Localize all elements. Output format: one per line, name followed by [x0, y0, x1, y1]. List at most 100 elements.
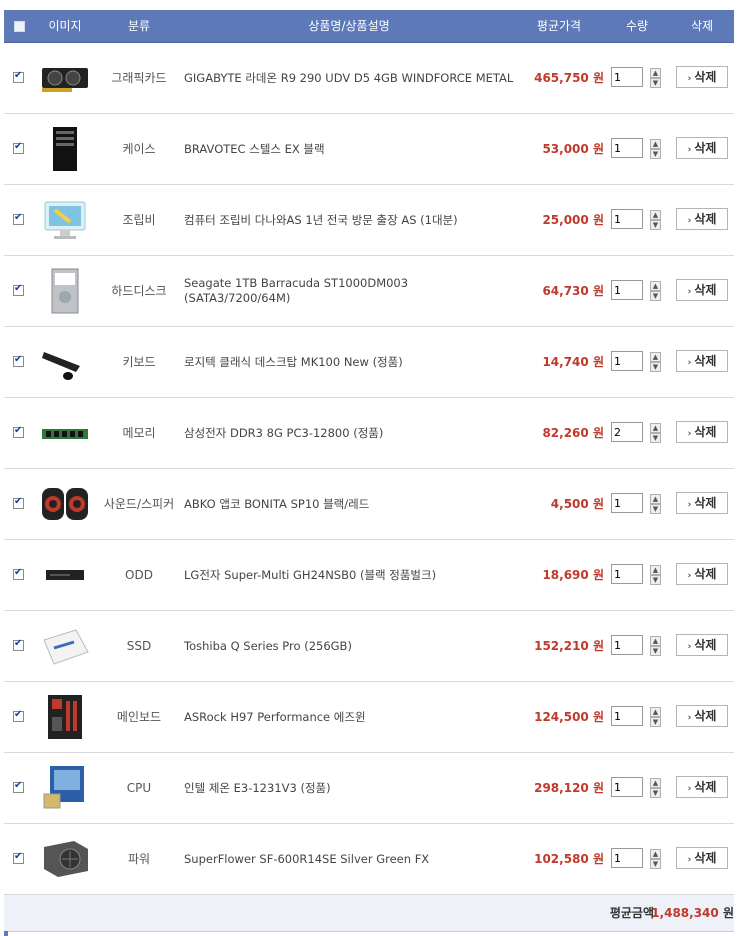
item-name[interactable]: ASRock H97 Performance 에즈윈: [184, 682, 514, 752]
quantity-stepper[interactable]: ▲ ▼: [650, 352, 661, 372]
item-name[interactable]: Seagate 1TB Barracuda ST1000DM003 (SATA3…: [184, 256, 514, 326]
increase-icon[interactable]: ▲: [650, 849, 661, 859]
quantity-input[interactable]: [611, 848, 643, 868]
quantity-input[interactable]: [611, 351, 643, 371]
decrease-icon[interactable]: ▼: [650, 717, 661, 727]
hard-disk-icon[interactable]: [40, 267, 90, 315]
decrease-icon[interactable]: ▼: [650, 362, 661, 372]
item-name-text[interactable]: 인텔 제온 E3-1231V3 (정품): [184, 781, 331, 796]
quantity-input[interactable]: [611, 777, 643, 797]
decrease-icon[interactable]: ▼: [650, 78, 661, 88]
assembly-service-icon[interactable]: [40, 196, 90, 244]
item-checkbox[interactable]: [13, 567, 24, 580]
decrease-icon[interactable]: ▼: [650, 575, 661, 585]
delete-button[interactable]: › 삭제: [676, 137, 728, 159]
quantity-input[interactable]: [611, 706, 643, 726]
item-checkbox[interactable]: [13, 851, 24, 864]
increase-icon[interactable]: ▲: [650, 423, 661, 433]
item-checkbox[interactable]: [13, 212, 24, 225]
decrease-icon[interactable]: ▼: [650, 433, 661, 443]
item-name-text[interactable]: 삼성전자 DDR3 8G PC3-12800 (정품): [184, 426, 383, 441]
item-checkbox[interactable]: [13, 780, 24, 793]
item-name[interactable]: Toshiba Q Series Pro (256GB): [184, 611, 514, 681]
item-name-text[interactable]: LG전자 Super-Multi GH24NSB0 (블랙 정품벌크): [184, 568, 436, 583]
quantity-stepper[interactable]: ▲ ▼: [650, 707, 661, 727]
delete-button[interactable]: › 삭제: [676, 350, 728, 372]
increase-icon[interactable]: ▲: [650, 707, 661, 717]
item-name-text[interactable]: ASRock H97 Performance 에즈윈: [184, 710, 366, 725]
pc-case-icon[interactable]: [40, 125, 90, 173]
decrease-icon[interactable]: ▼: [650, 646, 661, 656]
quantity-input[interactable]: [611, 422, 643, 442]
item-name[interactable]: LG전자 Super-Multi GH24NSB0 (블랙 정품벌크): [184, 540, 514, 610]
quantity-stepper[interactable]: ▲ ▼: [650, 210, 661, 230]
quantity-input[interactable]: [611, 635, 643, 655]
item-name-text[interactable]: Seagate 1TB Barracuda ST1000DM003 (SATA3…: [184, 276, 514, 306]
delete-button[interactable]: › 삭제: [676, 705, 728, 727]
quantity-input[interactable]: [611, 67, 643, 87]
quantity-stepper[interactable]: ▲ ▼: [650, 565, 661, 585]
graphics-card-icon[interactable]: [40, 54, 90, 102]
cpu-icon[interactable]: [40, 764, 90, 812]
decrease-icon[interactable]: ▼: [650, 859, 661, 869]
decrease-icon[interactable]: ▼: [650, 504, 661, 514]
delete-button[interactable]: › 삭제: [676, 776, 728, 798]
item-name-text[interactable]: SuperFlower SF-600R14SE Silver Green FX: [184, 852, 429, 867]
motherboard-icon[interactable]: [40, 693, 90, 741]
item-checkbox[interactable]: [13, 496, 24, 509]
delete-button[interactable]: › 삭제: [676, 634, 728, 656]
increase-icon[interactable]: ▲: [650, 494, 661, 504]
delete-button[interactable]: › 삭제: [676, 421, 728, 443]
quantity-input[interactable]: [611, 564, 643, 584]
item-checkbox[interactable]: [13, 354, 24, 367]
quantity-stepper[interactable]: ▲ ▼: [650, 281, 661, 301]
item-name[interactable]: SuperFlower SF-600R14SE Silver Green FX: [184, 824, 514, 894]
decrease-icon[interactable]: ▼: [650, 220, 661, 230]
increase-icon[interactable]: ▲: [650, 778, 661, 788]
increase-icon[interactable]: ▲: [650, 565, 661, 575]
increase-icon[interactable]: ▲: [650, 68, 661, 78]
increase-icon[interactable]: ▲: [650, 139, 661, 149]
quantity-input[interactable]: [611, 138, 643, 158]
item-checkbox[interactable]: [13, 709, 24, 722]
speaker-icon[interactable]: [40, 480, 90, 528]
quantity-input[interactable]: [611, 280, 643, 300]
quantity-stepper[interactable]: ▲ ▼: [650, 139, 661, 159]
delete-button[interactable]: › 삭제: [676, 492, 728, 514]
item-name[interactable]: BRAVOTEC 스텔스 EX 블랙: [184, 114, 514, 184]
increase-icon[interactable]: ▲: [650, 281, 661, 291]
quantity-input[interactable]: [611, 209, 643, 229]
item-name-text[interactable]: ABKO 앱코 BONITA SP10 블랙/레드: [184, 497, 369, 512]
increase-icon[interactable]: ▲: [650, 210, 661, 220]
decrease-icon[interactable]: ▼: [650, 149, 661, 159]
quantity-stepper[interactable]: ▲ ▼: [650, 636, 661, 656]
item-name[interactable]: 컴퓨터 조립비 다나와AS 1년 전국 방문 출장 AS (1대분): [184, 185, 514, 255]
item-name[interactable]: GIGABYTE 라데온 R9 290 UDV D5 4GB WINDFORCE…: [184, 43, 514, 113]
optical-drive-icon[interactable]: [40, 551, 90, 599]
quantity-input[interactable]: [611, 493, 643, 513]
select-all-checkbox[interactable]: [14, 21, 25, 32]
item-checkbox[interactable]: [13, 638, 24, 651]
item-name[interactable]: 로지텍 클래식 데스크탑 MK100 New (정품): [184, 327, 514, 397]
quantity-stepper[interactable]: ▲ ▼: [650, 68, 661, 88]
item-name[interactable]: ABKO 앱코 BONITA SP10 블랙/레드: [184, 469, 514, 539]
item-name-text[interactable]: 로지텍 클래식 데스크탑 MK100 New (정품): [184, 355, 403, 370]
delete-button[interactable]: › 삭제: [676, 279, 728, 301]
decrease-icon[interactable]: ▼: [650, 291, 661, 301]
item-name-text[interactable]: BRAVOTEC 스텔스 EX 블랙: [184, 142, 325, 157]
quantity-stepper[interactable]: ▲ ▼: [650, 494, 661, 514]
item-checkbox[interactable]: [13, 283, 24, 296]
delete-button[interactable]: › 삭제: [676, 847, 728, 869]
item-name-text[interactable]: 컴퓨터 조립비 다나와AS 1년 전국 방문 출장 AS (1대분): [184, 213, 458, 228]
increase-icon[interactable]: ▲: [650, 636, 661, 646]
item-name[interactable]: 인텔 제온 E3-1231V3 (정품): [184, 753, 514, 823]
decrease-icon[interactable]: ▼: [650, 788, 661, 798]
quantity-stepper[interactable]: ▲ ▼: [650, 849, 661, 869]
item-checkbox[interactable]: [13, 425, 24, 438]
increase-icon[interactable]: ▲: [650, 352, 661, 362]
power-supply-icon[interactable]: [40, 835, 90, 883]
item-checkbox[interactable]: [13, 141, 24, 154]
ssd-icon[interactable]: [40, 622, 90, 670]
keyboard-icon[interactable]: [40, 338, 90, 386]
item-checkbox[interactable]: [13, 70, 24, 83]
